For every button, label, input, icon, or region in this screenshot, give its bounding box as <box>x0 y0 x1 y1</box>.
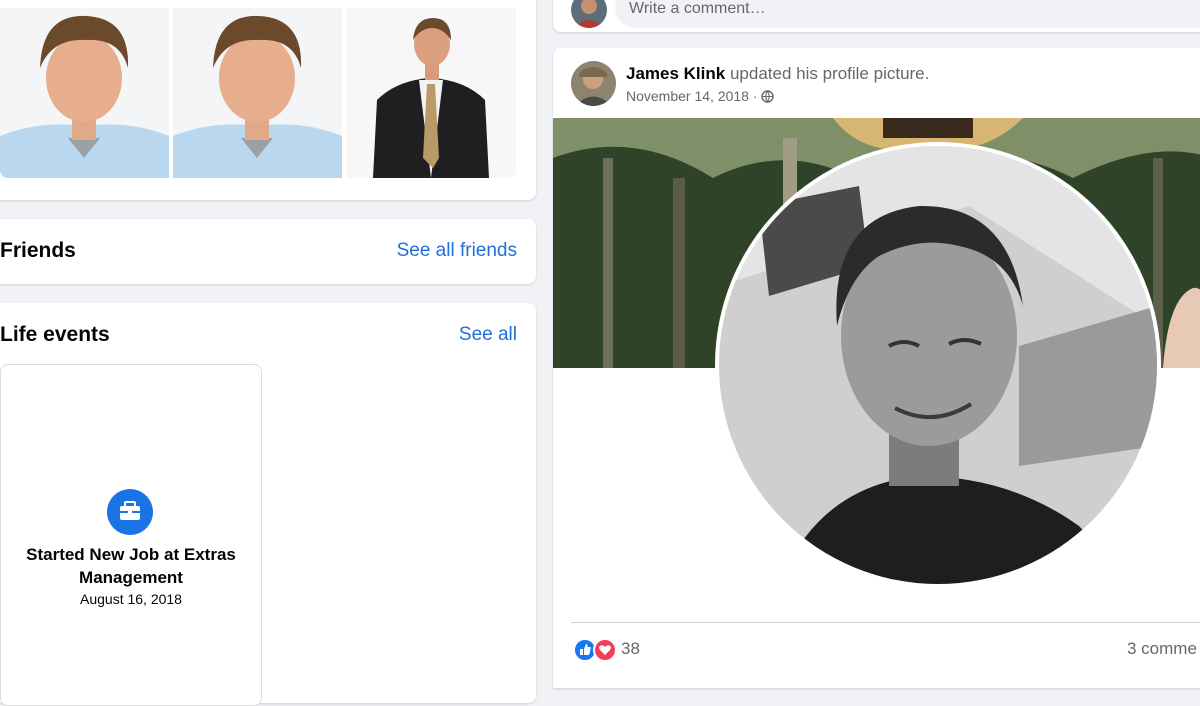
photo-thumbnail[interactable] <box>347 8 516 178</box>
see-all-friends-link[interactable]: See all friends <box>397 240 517 262</box>
avatar[interactable] <box>571 0 607 28</box>
life-event-date: August 16, 2018 <box>80 591 182 607</box>
love-icon <box>593 638 617 662</box>
life-event-title: Started New Job at Extras Management <box>26 545 236 587</box>
friends-heading: Friends <box>0 239 76 262</box>
post-header: James Klink updated his profile picture. <box>626 64 929 84</box>
post-timestamp: November 14, 2018 · <box>626 88 775 106</box>
friends-card: Friends See all friends <box>0 219 536 284</box>
life-event-tile[interactable]: Started New Job at Extras Management Aug… <box>0 364 262 706</box>
post-card: James Klink updated his profile picture.… <box>553 48 1200 688</box>
life-events-card: Life events See all Started New Job at E… <box>0 303 536 706</box>
photo-thumbnail[interactable] <box>0 8 169 178</box>
see-all-life-events-link[interactable]: See all <box>459 324 517 346</box>
comment-input[interactable]: Write a comment… <box>615 0 1200 28</box>
globe-icon <box>761 90 775 106</box>
comments-count-link[interactable]: 3 comme <box>1127 639 1197 659</box>
divider <box>571 622 1200 623</box>
post-date-link[interactable]: November 14, 2018 <box>626 88 749 104</box>
post-action-text: updated his profile picture. <box>725 64 930 83</box>
profile-picture[interactable] <box>715 142 1161 588</box>
life-events-heading: Life events <box>0 323 110 346</box>
avatar[interactable] <box>571 61 616 106</box>
reaction-count[interactable]: 38 <box>621 639 640 659</box>
post-author-link[interactable]: James Klink <box>626 64 725 83</box>
comment-composer: Write a comment… <box>553 0 1200 32</box>
briefcase-icon <box>107 489 153 535</box>
photo-thumbnail[interactable] <box>173 8 342 178</box>
date-separator: · <box>748 88 762 104</box>
photos-card <box>0 0 536 200</box>
